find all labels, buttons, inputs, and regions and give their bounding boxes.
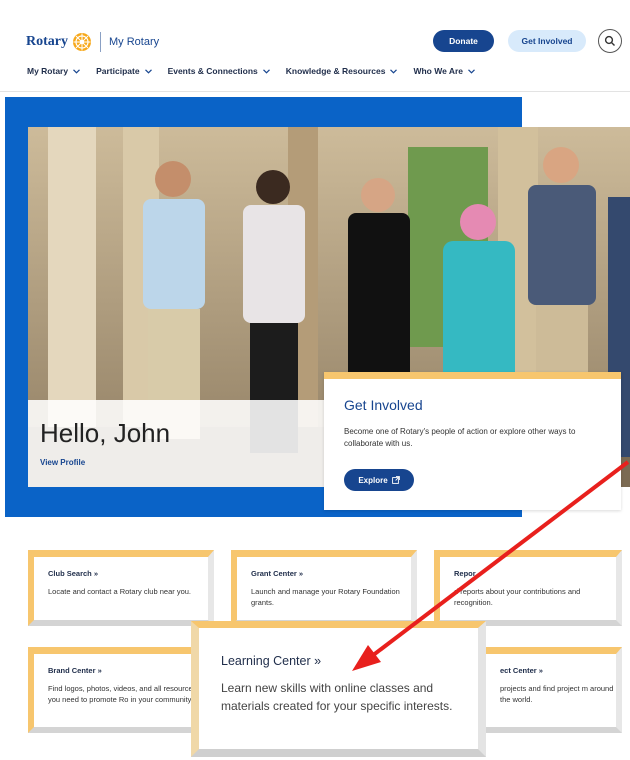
nav-item-my-rotary[interactable]: My Rotary [27, 66, 81, 76]
card-title: Club Search » [48, 569, 99, 578]
club-search-card[interactable]: Club Search » Locate and contact a Rotar… [28, 550, 214, 626]
get-involved-text: Become one of Rotary's people of action … [344, 427, 576, 448]
card-text: d reports about your contributions and r… [454, 587, 581, 607]
explore-label: Explore [358, 475, 388, 485]
nav-item-label: Events & Connections [167, 66, 258, 76]
nav-item-events[interactable]: Events & Connections [168, 66, 270, 76]
card-text: Find logos, photos, videos, and all reso… [48, 684, 197, 704]
search-button[interactable] [598, 29, 622, 53]
site-header: Rotary My Rotary Donate Get Involved My … [0, 14, 630, 92]
rotary-wheel-icon [73, 33, 91, 51]
get-involved-button[interactable]: Get Involved [508, 30, 586, 52]
view-profile-link[interactable]: View Profile [40, 458, 85, 467]
card-title: ect Center » [500, 666, 543, 675]
nav-item-label: Who We Are [413, 66, 464, 76]
greeting-panel: Hello, John View Profile [28, 400, 326, 487]
card-title: Brand Center » [48, 666, 102, 675]
brand-divider [100, 32, 101, 52]
search-icon [604, 35, 615, 46]
chevron-down-icon [390, 68, 398, 74]
nav-item-label: Knowledge & Resources [285, 66, 386, 76]
learning-center-text: Learn new skills with online classes and… [221, 681, 453, 713]
greeting-title: Hello, John [40, 418, 171, 448]
chevron-down-icon [73, 68, 81, 74]
get-involved-card: Get Involved Become one of Rotary's peop… [324, 372, 621, 510]
nav-item-participate[interactable]: Participate [96, 66, 152, 76]
nav-item-label: My Rotary [27, 66, 69, 76]
learning-center-card[interactable]: Learning Center » Learn new skills with … [191, 621, 486, 757]
brand[interactable]: Rotary My Rotary [26, 32, 159, 52]
chevron-down-icon [262, 68, 270, 74]
get-involved-title: Get Involved [344, 397, 423, 413]
nav-item-label: Participate [96, 66, 140, 76]
reports-card[interactable]: Repor d reports about your contributions… [434, 550, 622, 626]
chevron-down-icon [468, 68, 475, 74]
grant-center-card[interactable]: Grant Center » Launch and manage your Ro… [231, 550, 417, 626]
nav-item-who-we-are[interactable]: Who We Are [413, 66, 475, 76]
card-text: projects and find project m around the w… [500, 684, 614, 704]
project-center-card[interactable]: ect Center » projects and find project m… [470, 647, 622, 733]
external-link-icon [391, 476, 400, 484]
brand-center-card[interactable]: Brand Center » Find logos, photos, video… [28, 647, 214, 733]
card-title: Repor [454, 569, 476, 578]
top-strip [0, 0, 630, 14]
my-rotary-link[interactable]: My Rotary [109, 36, 159, 48]
card-text: Launch and manage your Rotary Foundation… [251, 587, 400, 607]
nav-item-knowledge[interactable]: Knowledge & Resources [286, 66, 398, 76]
donate-button[interactable]: Donate [433, 30, 494, 52]
card-text: Locate and contact a Rotary club near yo… [48, 587, 192, 596]
rotary-wordmark: Rotary [26, 34, 68, 49]
learning-center-title: Learning Center » [221, 654, 322, 668]
card-title: Grant Center » [251, 569, 304, 578]
chevron-down-icon [144, 68, 152, 74]
main-nav: My Rotary Participate Events & Connectio… [27, 66, 491, 76]
explore-button[interactable]: Explore [344, 469, 414, 491]
